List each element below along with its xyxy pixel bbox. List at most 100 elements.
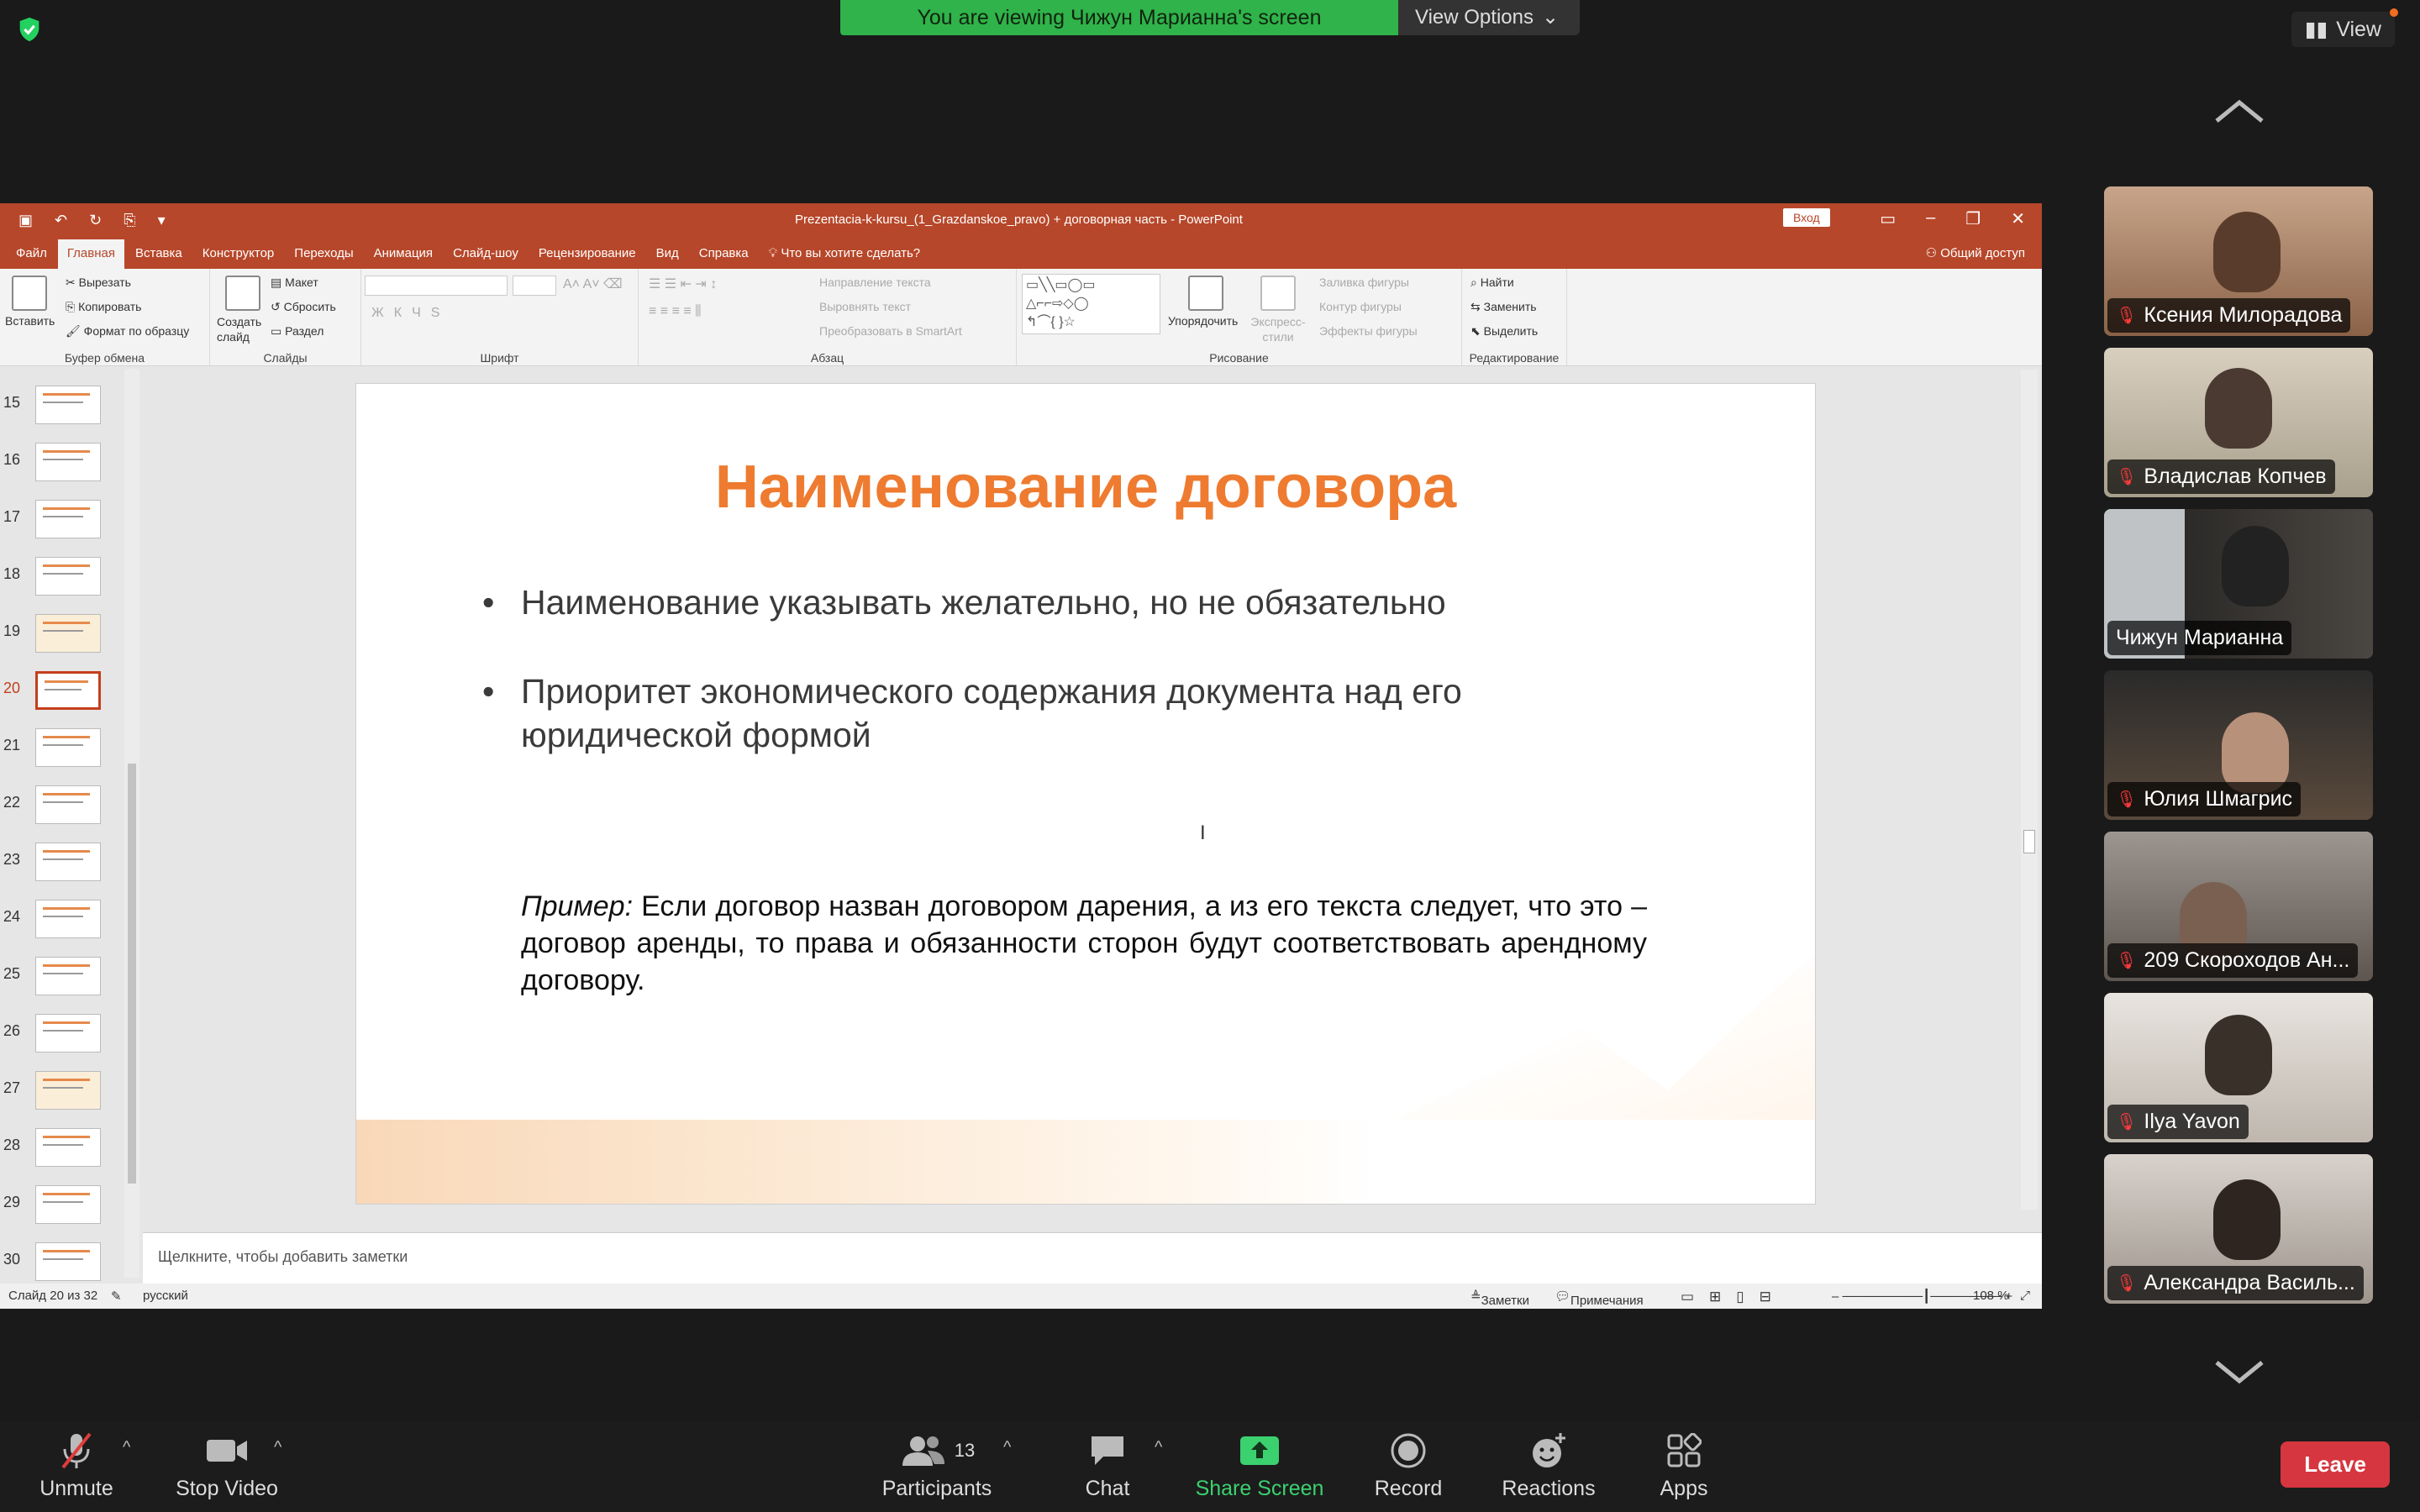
participants-options-caret-icon[interactable]: ^ [1003,1438,1011,1457]
language-label[interactable]: русский [143,1289,188,1303]
slide-canvas[interactable]: Наименование договора Наименование указы… [355,383,1816,1205]
shapes-gallery[interactable]: ▭╲╲▭◯▭ △⌐⌐⇨◇◯ ↰⌒{ }☆ [1022,274,1160,334]
view-button[interactable]: ▮▮ View [2291,8,2398,47]
smartart-button[interactable]: Преобразовать в SmartArt [819,324,962,338]
arrange-button[interactable]: Упорядочить [1168,314,1238,328]
record-button[interactable]: Record [1366,1430,1450,1501]
participant-tile-active-speaker[interactable]: Чижун Марианна [2104,509,2373,659]
spellcheck-icon[interactable]: ✎ [111,1289,122,1304]
slide-thumbnail[interactable]: 16 [0,443,126,490]
chat-button[interactable]: Chat [1065,1430,1150,1501]
share-screen-button[interactable]: Share Screen [1188,1430,1331,1501]
slide-thumbnail[interactable]: 27 [0,1071,126,1118]
login-button[interactable]: Вход [1783,208,1830,227]
slide-thumbnail[interactable]: 24 [0,900,126,947]
list-buttons[interactable]: ☰ ☰ ⇤ ⇥ ↕ [649,276,717,292]
shape-fill-button[interactable]: Заливка фигуры [1319,276,1409,289]
save-icon[interactable]: ▣ [18,212,33,228]
reset-button[interactable]: ↺ Сбросить [271,300,336,314]
font-size-input[interactable] [513,276,556,296]
minimize-icon[interactable]: – [1926,208,1935,229]
slide-thumbnail-active[interactable]: 20 [0,671,126,718]
quick-styles-icon[interactable] [1260,276,1296,311]
copy-button[interactable]: ⎘ Копировать [66,300,141,314]
redo-icon[interactable]: ↻ [89,212,102,228]
participant-tile[interactable]: 🎙︎ Александра Василь... [2104,1154,2373,1304]
participant-tile[interactable]: 🎙︎ Ксения Милорадова [2104,186,2373,336]
scrollbar-thumb[interactable] [2023,830,2035,853]
chat-options-caret-icon[interactable]: ^ [1155,1438,1162,1457]
tab-animations[interactable]: Анимация [365,239,442,269]
fit-slide-icon[interactable]: ⤢ [2020,1289,2030,1303]
slide-thumbnail[interactable]: 22 [0,785,126,832]
paste-button[interactable]: Вставить [5,314,55,328]
view-options-button[interactable]: View Options ⌄ [1398,0,1580,35]
scrollbar-thumb[interactable] [128,764,136,1184]
tab-view[interactable]: Вид [647,239,688,269]
shield-check-icon[interactable] [15,15,44,44]
unmute-button[interactable]: Unmute [34,1430,119,1501]
slide-thumbnail[interactable]: 28 [0,1128,126,1175]
apps-button[interactable]: Apps [1652,1430,1716,1501]
tab-slideshow[interactable]: Слайд-шоу [444,239,528,269]
reactions-button[interactable]: Reactions [1496,1430,1602,1501]
notes-pane[interactable]: Щелкните, чтобы добавить заметки [143,1232,2042,1284]
video-options-caret-icon[interactable]: ^ [274,1438,281,1457]
slide-title[interactable]: Наименование договора [356,453,1815,522]
thumbnails-scrollbar[interactable] [124,369,139,1278]
layout-button[interactable]: ▤ Макет [271,276,318,290]
participants-button[interactable]: 13 Participants [874,1430,1000,1501]
font-style-buttons[interactable]: ЖКЧS [371,306,450,321]
new-slide-button[interactable]: Создать слайд [217,314,276,344]
slide-thumbnail[interactable]: 18 [0,557,126,604]
tab-transitions[interactable]: Переходы [285,239,362,269]
participant-tile[interactable]: 🎙︎ 209 Скороходов Ан... [2104,832,2373,981]
bullet-2[interactable]: Приоритет экономического содержания доку… [482,669,1613,757]
comments-toggle[interactable]: 💬︎ Примечания [1555,1289,1644,1308]
participant-tile[interactable]: 🎙︎ Владислав Копчев [2104,348,2373,497]
tab-design[interactable]: Конструктор [193,239,284,269]
zoom-level[interactable]: 108 % [1973,1289,2009,1303]
close-icon[interactable]: ✕ [2011,208,2025,229]
restore-icon[interactable]: ❐ [1965,208,1981,229]
arrange-icon[interactable] [1188,276,1223,311]
slide-thumbnail[interactable]: 21 [0,728,126,775]
font-name-input[interactable] [365,276,508,296]
share-button[interactable]: ⚇ Общий доступ [1909,239,2042,269]
ribbon-display-icon[interactable]: ▭ [1880,208,1896,229]
find-button[interactable]: ⌕ Найти [1470,276,1514,290]
paste-icon[interactable] [12,276,47,311]
stop-video-button[interactable]: Stop Video [168,1430,286,1501]
tab-help[interactable]: Справка [690,239,758,269]
slide-thumbnail[interactable]: 29 [0,1185,126,1232]
align-buttons[interactable]: ≡ ≡ ≡ ≡ ⫼ [649,304,702,319]
bullet-1[interactable]: Наименование указывать желательно, но не… [482,580,1613,624]
example-paragraph[interactable]: Пример: Если договор назван договором да… [521,888,1647,999]
notes-toggle[interactable]: ≜ Заметки [1470,1289,1529,1308]
font-size-buttons[interactable]: A˄ A˅ ⌫ [563,276,623,292]
tab-review[interactable]: Рецензирование [529,239,645,269]
chevron-down-icon[interactable] [2210,1356,2269,1389]
slide-scrollbar[interactable] [2021,370,2038,1210]
replace-button[interactable]: ⇆ Заменить [1470,300,1537,314]
tab-home[interactable]: Главная [57,239,124,269]
slide-thumbnail[interactable]: 25 [0,957,126,1004]
tab-file[interactable]: Файл [7,239,56,269]
text-direction-button[interactable]: Направление текста [819,276,931,289]
undo-icon[interactable]: ↶ [55,212,67,228]
shape-effects-button[interactable]: Эффекты фигуры [1319,324,1418,338]
audio-options-caret-icon[interactable]: ^ [123,1438,130,1457]
align-text-button[interactable]: Выровнять текст [819,300,911,313]
slide-thumbnail[interactable]: 15 [0,386,126,433]
participant-tile[interactable]: 🎙︎ Ilya Yavon [2104,993,2373,1142]
present-icon[interactable]: ⎘ [124,212,135,228]
slide-thumbnail[interactable]: 30 [0,1242,126,1289]
tab-insert[interactable]: Вставка [126,239,192,269]
slide-thumbnail[interactable]: 26 [0,1014,126,1061]
chevron-up-icon[interactable] [2210,94,2269,128]
slide-thumbnail[interactable]: 23 [0,843,126,890]
new-slide-icon[interactable] [225,276,260,311]
participant-tile[interactable]: 🎙︎ Юлия Шмагрис [2104,670,2373,820]
format-painter-button[interactable]: 🖌︎ Формат по образцу [66,324,189,339]
tell-me-search[interactable]: 💡︎ Что вы хотите сделать? [760,239,930,269]
